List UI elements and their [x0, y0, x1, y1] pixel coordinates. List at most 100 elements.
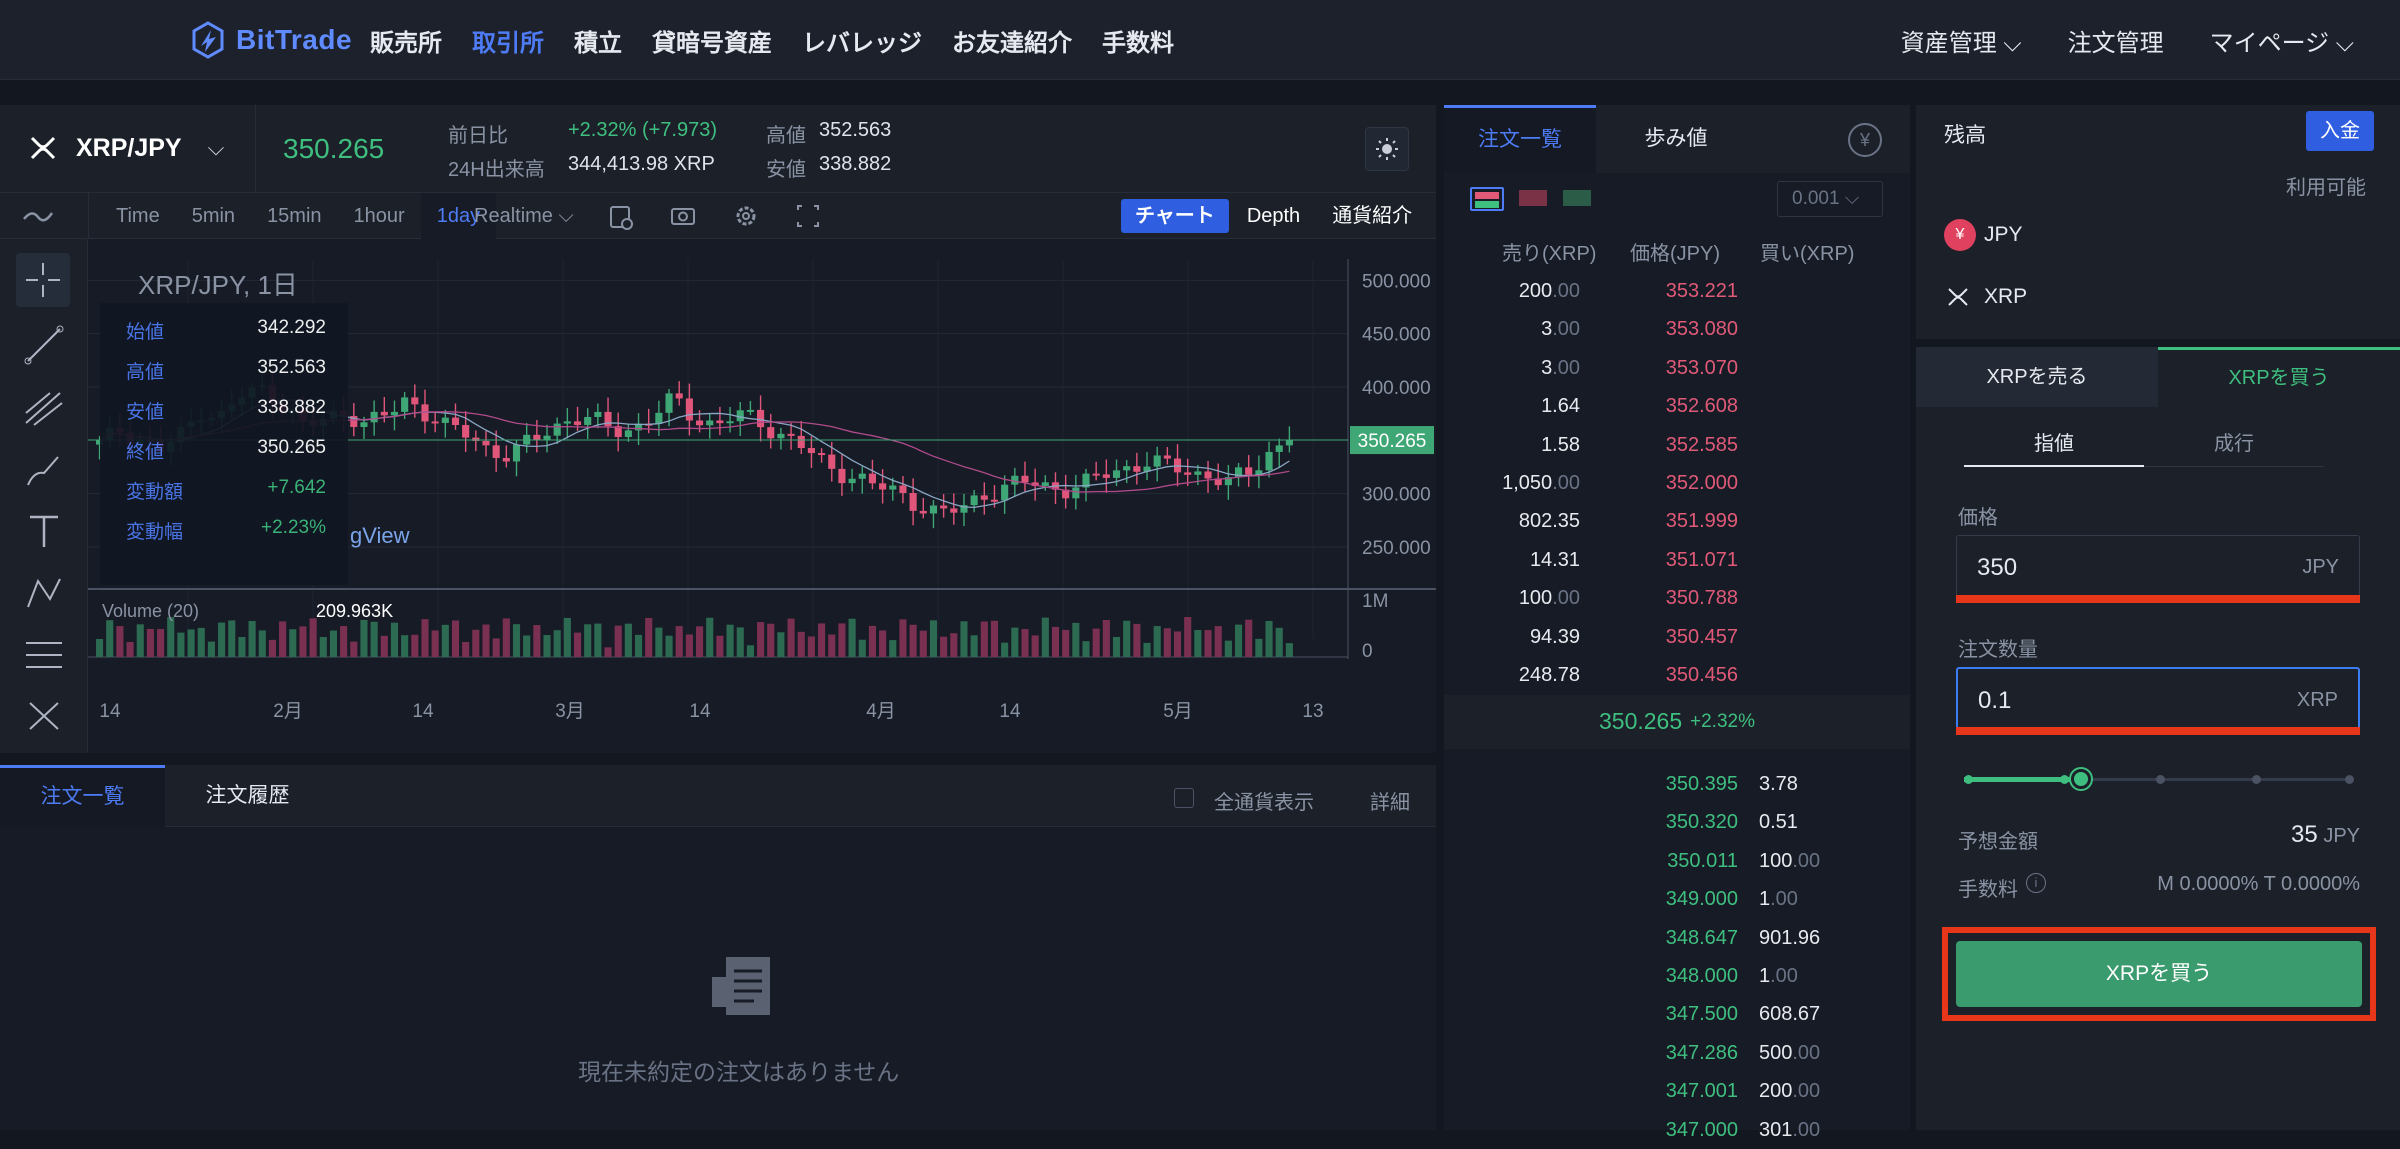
volume-bar [370, 621, 378, 657]
interval-0[interactable]: Time [100, 193, 176, 239]
nav-asset-management[interactable]: 資産管理 ⌵ [1901, 23, 2022, 58]
bid-row[interactable]: 350.011 100.00 [1444, 842, 1910, 880]
x-tick-label: 3月 [555, 701, 585, 722]
bid-price: 349.000 [1665, 888, 1738, 911]
ask-row[interactable]: 802.35 351.999 [1444, 502, 1910, 540]
y-tick-label: 300.000 [1362, 485, 1431, 506]
bid-row[interactable]: 347.001 200.00 [1444, 1072, 1910, 1110]
view-tab-2[interactable]: 通貨紹介 [1318, 199, 1426, 233]
qty-highlight [1956, 727, 2360, 735]
nav-link-0[interactable]: 販売所 [370, 23, 442, 58]
volume-bar [868, 625, 876, 657]
bid-row[interactable]: 347.286 500.00 [1444, 1034, 1910, 1072]
slider-thumb[interactable] [2071, 769, 2091, 789]
book-bids-view-icon[interactable] [1560, 187, 1594, 211]
y-tick-label: 400.000 [1362, 378, 1431, 399]
logo[interactable]: BitTrade [188, 18, 352, 62]
volume-bar [136, 624, 144, 657]
realtime-dropdown[interactable]: Realtime ⌵ [474, 193, 574, 239]
nav-mypage[interactable]: マイページ ⌵ [2210, 23, 2354, 58]
bid-row[interactable]: 347.500 608.67 [1444, 995, 1910, 1033]
limit-order-tab[interactable]: 指値 [1964, 423, 2144, 467]
fullscreen-icon[interactable] [793, 193, 823, 239]
volume-bar [736, 627, 744, 657]
volume-bar [533, 625, 541, 657]
pair-selector[interactable]: XRP/JPY ⌵ [28, 133, 224, 163]
market-order-tab[interactable]: 成行 [2144, 423, 2324, 467]
theme-toggle-button[interactable] [1365, 127, 1409, 171]
eraser-tool-icon[interactable] [20, 693, 68, 746]
trendline-tool-icon[interactable] [20, 321, 68, 374]
ohlc-row: 変動幅 +2.23% [100, 517, 348, 551]
ask-row[interactable]: 248.78 350.456 [1444, 656, 1910, 694]
tab-orderbook[interactable]: 注文一覧 [1444, 105, 1596, 173]
ask-row[interactable]: 3.00 353.070 [1444, 349, 1910, 387]
quantity-input[interactable]: 0.1 XRP [1956, 667, 2360, 733]
view-tab-1[interactable]: Depth [1233, 199, 1314, 233]
ask-row[interactable]: 100.00 350.788 [1444, 579, 1910, 617]
ask-row[interactable]: 1.64 352.608 [1444, 387, 1910, 425]
ask-row[interactable]: 200.00 353.221 [1444, 272, 1910, 310]
buy-tab[interactable]: XRPを買う [2158, 347, 2400, 407]
camera-icon[interactable] [668, 193, 698, 239]
nav-link-3[interactable]: 貸暗号資産 [652, 23, 772, 58]
ask-amount: 3.00 [1541, 318, 1580, 341]
tab-open-orders[interactable]: 注文一覧 [0, 765, 165, 827]
nav-link-2[interactable]: 積立 [574, 23, 622, 58]
book-asks-view-icon[interactable] [1516, 187, 1550, 211]
fork-tool-icon[interactable] [20, 383, 68, 436]
price-input[interactable]: 350 JPY [1956, 535, 2360, 599]
interval-3[interactable]: 1hour [338, 193, 421, 239]
bid-row[interactable]: 348.000 1.00 [1444, 957, 1910, 995]
nav-link-6[interactable]: 手数料 [1102, 23, 1174, 58]
price-input-value: 350 [1977, 554, 2018, 581]
precision-select[interactable]: 0.001 ⌵ [1777, 181, 1883, 217]
text-tool-icon[interactable] [20, 507, 68, 560]
brush-tool-icon[interactable] [20, 445, 68, 498]
nav-link-4[interactable]: レバレッジ [802, 23, 922, 58]
indicator-icon[interactable] [606, 193, 636, 239]
amount-slider[interactable] [1964, 765, 2354, 795]
measure-tool-icon[interactable] [20, 631, 68, 684]
bid-amount: 500.00 [1759, 1041, 1821, 1064]
ask-row[interactable]: 94.39 350.457 [1444, 618, 1910, 656]
bid-row[interactable]: 350.320 0.51 [1444, 803, 1910, 841]
info-icon[interactable]: i [2026, 873, 2046, 893]
volume-bar [106, 620, 114, 657]
nav-order-management[interactable]: 注文管理 [2068, 23, 2164, 58]
sell-tab[interactable]: XRPを売る [1916, 347, 2158, 407]
interval-2[interactable]: 15min [251, 193, 337, 239]
all-currency-checkbox[interactable] [1174, 788, 1194, 808]
ticker-bar: XRP/JPY ⌵ 350.265 前日比 +2.32% (+7.973) 24… [0, 105, 1436, 193]
ohlc-info-panel: 始値 342.292 高値 352.563 安値 338.882 終値 350.265 変動額 +… [100, 303, 348, 585]
detail-link[interactable]: 詳細 [1370, 786, 1410, 815]
nav-link-5[interactable]: お友達紹介 [952, 23, 1072, 58]
ask-row[interactable]: 14.31 351.071 [1444, 541, 1910, 579]
volume-bar [675, 626, 683, 657]
ask-row[interactable]: 1,050.00 352.000 [1444, 464, 1910, 502]
bid-row[interactable]: 350.395 3.78 [1444, 765, 1910, 803]
ask-row[interactable]: 3.00 353.080 [1444, 310, 1910, 348]
book-both-view-icon[interactable] [1470, 187, 1504, 211]
bid-row[interactable]: 349.000 1.00 [1444, 880, 1910, 918]
ask-row[interactable]: 1.58 352.585 [1444, 426, 1910, 464]
yen-icon[interactable]: ¥ [1848, 123, 1882, 157]
chart-type-icon[interactable] [20, 193, 72, 239]
buy-xrp-button[interactable]: XRPを買う [1956, 941, 2362, 1007]
volume-bar [1204, 630, 1212, 657]
candle-body [1092, 473, 1100, 476]
ohlc-row: 終値 350.265 [100, 437, 348, 471]
crosshair-tool-icon[interactable] [16, 253, 70, 307]
volume-bar [604, 647, 612, 657]
bid-row[interactable]: 348.647 901.96 [1444, 919, 1910, 957]
deposit-button[interactable]: 入金 [2306, 111, 2374, 151]
tab-order-history[interactable]: 注文履歴 [165, 765, 330, 827]
volume-bar [512, 624, 521, 657]
pattern-tool-icon[interactable] [20, 569, 68, 622]
tab-trades[interactable]: 歩み値 [1596, 105, 1756, 173]
ask-amount: 14.31 [1529, 548, 1580, 571]
interval-1[interactable]: 5min [176, 193, 251, 239]
settings-gear-icon[interactable] [731, 193, 761, 239]
nav-link-1[interactable]: 取引所 [472, 23, 544, 58]
view-tab-0[interactable]: チャート [1121, 199, 1229, 233]
